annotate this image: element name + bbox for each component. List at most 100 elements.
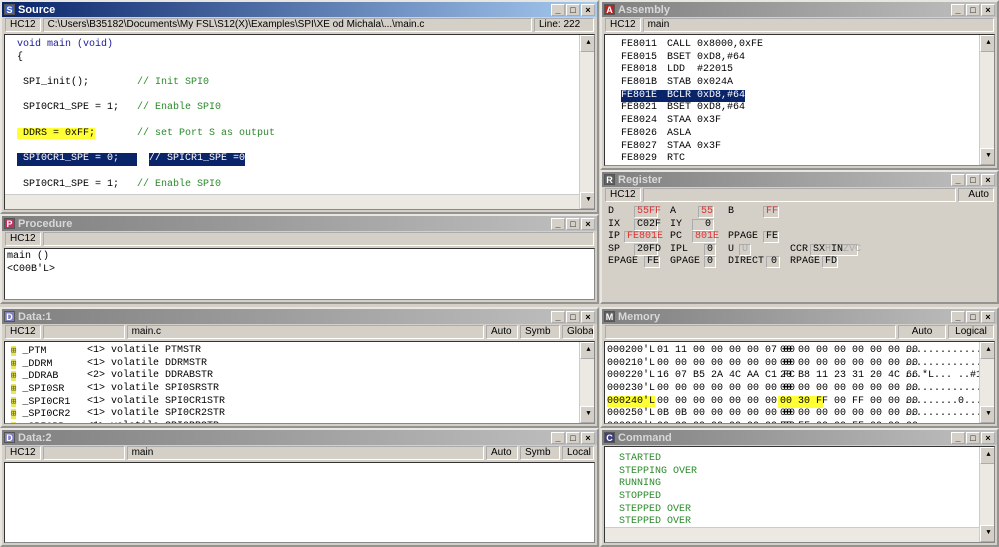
expand-icon[interactable]: ⊞ [11, 409, 17, 420]
memory-row[interactable]: 000260'L00 00 00 00 00 00 00 00FF FF 00 … [607, 421, 994, 423]
minimize-button[interactable]: _ [951, 173, 965, 186]
memory-row[interactable]: 000200'L 01 11 00 00 00 00 07 00 00 00 00 … [607, 345, 994, 358]
source-line[interactable]: SPI0CR1_SPE = 1; // Enable SPI0 [17, 179, 594, 192]
scope-button[interactable]: Local [562, 446, 594, 460]
source-line[interactable] [17, 115, 594, 128]
close-button[interactable]: × [581, 217, 595, 230]
reg-ipl[interactable]: 0 [704, 243, 716, 256]
close-button[interactable]: × [581, 431, 595, 444]
asm-line[interactable]: FE8026 ASLA [621, 128, 994, 141]
memory-window[interactable]: M Memory _ □ × Auto Logical 000200'L 01 11 00 … [600, 307, 999, 428]
reg-direct[interactable]: 0 [766, 256, 780, 268]
reg-d[interactable]: 55FF [634, 206, 661, 218]
horizontal-scrollbar[interactable] [605, 527, 979, 542]
close-button[interactable]: × [981, 173, 995, 186]
mode-button[interactable]: Auto [958, 188, 994, 202]
vertical-scrollbar[interactable] [979, 35, 994, 165]
asm-line[interactable]: FE8011 CALL 0x8000,0xFE [621, 39, 994, 52]
source-line[interactable] [17, 64, 594, 77]
maximize-button[interactable]: □ [966, 3, 980, 16]
close-button[interactable]: × [981, 310, 995, 323]
vertical-scrollbar[interactable] [979, 447, 994, 542]
memory-row[interactable]: 000230'L 00 00 00 00 00 00 00 00 00 00 00 … [607, 383, 994, 396]
asm-line[interactable]: FE8018 LDD #22015 [621, 64, 994, 77]
expand-icon[interactable]: ⊞ [11, 358, 17, 369]
maximize-button[interactable]: □ [966, 310, 980, 323]
close-button[interactable]: × [981, 431, 995, 444]
expand-icon[interactable]: ⊞ [11, 371, 17, 382]
reg-iy[interactable]: 0 [692, 218, 714, 231]
source-line[interactable] [17, 166, 594, 179]
source-line[interactable]: DDRS = 0xFF; // set Port S as output [17, 127, 594, 141]
minimize-button[interactable]: _ [951, 310, 965, 323]
data-row[interactable]: ⊞ _SPI0CR2 <1> volatile SPI0CR2STR [11, 408, 594, 421]
asm-line[interactable]: FE8015 BSET 0xD8,#64 [621, 52, 994, 65]
asm-line[interactable]: FE8027 STAA 0x3F [621, 141, 994, 154]
close-button[interactable]: × [581, 3, 595, 16]
reg-ip[interactable]: FE801E [624, 231, 663, 243]
mode-button[interactable]: Auto [486, 325, 518, 339]
expand-icon[interactable]: ⊞ [11, 346, 17, 356]
format-button[interactable]: Symb [520, 325, 560, 339]
source-line[interactable]: void main (void) [17, 39, 594, 52]
source-line[interactable] [17, 90, 594, 103]
assembly-window[interactable]: A Assembly _ □ × HC12 main FE8011 CALL 0x8000,0… [600, 0, 999, 170]
procedure-entry[interactable]: main () [7, 251, 592, 264]
minimize-button[interactable]: _ [551, 431, 565, 444]
memory-row[interactable]: 000210'L 00 00 00 00 00 00 00 00 00 00 00 … [607, 358, 994, 371]
memory-row[interactable]: 000250'L 0B 0B 00 00 00 00 00 00 00 00 00 … [607, 408, 994, 421]
data1-window[interactable]: D Data:1 _ □ × HC12 main.c Auto Symb Global ⊞ _PT… [0, 307, 599, 428]
source-window[interactable]: S Source _ □ × HC12 C:\Users\B35182\Documents… [0, 0, 599, 214]
expand-icon[interactable]: ⊞ [11, 396, 17, 407]
reg-ix[interactable]: C02F [634, 218, 661, 231]
data-row[interactable]: ⊞ _SPI0CR1 <1> volatile SPI0CR1STR [11, 396, 594, 409]
data-row[interactable]: ⊞ _DDRAB <2> volatile DDRABSTR [11, 370, 594, 383]
procedure-entry[interactable]: <C00B'L> [7, 264, 592, 277]
memory-row[interactable]: 000240'L 00 00 00 00 00 00 00 00 00 30 FF … [607, 395, 994, 409]
minimize-button[interactable]: _ [951, 431, 965, 444]
register-window[interactable]: R Register _ □ × HC12 Auto D 55FF A 55 B FF IX C02F… [600, 170, 999, 304]
procedure-window[interactable]: P Procedure _ □ × HC12 main () <C00B'L> [0, 214, 599, 304]
reg-sp[interactable]: 20FD [634, 243, 661, 256]
reg-u[interactable]: U [739, 243, 751, 256]
reg-ccr[interactable]: SXHINZVC [810, 243, 861, 256]
reg-rpage[interactable]: FD [822, 256, 838, 268]
asm-line[interactable]: FE801B STAB 0x024A [621, 77, 994, 90]
data-row[interactable]: ⊞ _PTM <1> volatile PTMSTR [11, 345, 594, 358]
close-button[interactable]: × [981, 3, 995, 16]
vertical-scrollbar[interactable] [579, 35, 594, 209]
source-code[interactable]: void main (void){ SPI_init(); // Init SPI… [4, 34, 595, 210]
reg-a[interactable]: 55 [698, 206, 714, 218]
memory-row[interactable]: 000220'L 16 07 B5 2A 4C AA C1 FC 20 B8 11 … [607, 370, 994, 383]
vertical-scrollbar[interactable] [979, 342, 994, 423]
data-row[interactable]: ⊞ _DDRM <1> volatile DDRMSTR [11, 358, 594, 371]
asm-line[interactable]: FE801E BCLR 0xD8,#64 [621, 89, 994, 103]
expand-icon[interactable]: ⊞ [11, 422, 17, 423]
asm-line[interactable]: FE8024 STAA 0x3F [621, 115, 994, 128]
maximize-button[interactable]: □ [566, 431, 580, 444]
vertical-scrollbar[interactable] [579, 342, 594, 423]
source-line[interactable]: SPI0CR1_SPE = 1; // Enable SPI0 [17, 102, 594, 115]
view-button[interactable]: Logical [948, 325, 994, 339]
scope-button[interactable]: Global [562, 325, 594, 339]
source-line[interactable]: { [17, 52, 594, 65]
data-row[interactable]: ⊞ _SPI0BR <1> volatile SPI0BRSTR [11, 421, 594, 423]
data2-window[interactable]: D Data:2 _ □ × HC12 main Auto Symb Local [0, 428, 599, 547]
minimize-button[interactable]: _ [551, 3, 565, 16]
reg-epage[interactable]: FE [644, 256, 660, 268]
mode-button[interactable]: Auto [898, 325, 946, 339]
reg-ppage[interactable]: FE [763, 231, 779, 243]
minimize-button[interactable]: _ [551, 217, 565, 230]
horizontal-scrollbar[interactable] [5, 194, 579, 209]
close-button[interactable]: × [581, 310, 595, 323]
reg-pc[interactable]: 801E [692, 231, 719, 243]
expand-icon[interactable]: ⊞ [11, 384, 17, 395]
maximize-button[interactable]: □ [566, 310, 580, 323]
command-window[interactable]: C Command _ □ × STARTED STEPPING OVER RUNNING S… [600, 428, 999, 547]
maximize-button[interactable]: □ [566, 217, 580, 230]
source-line[interactable]: SPI_init(); // Init SPI0 [17, 77, 594, 90]
asm-line[interactable]: FE8029 RTC [621, 153, 994, 165]
source-line[interactable] [17, 141, 594, 154]
maximize-button[interactable]: □ [966, 173, 980, 186]
maximize-button[interactable]: □ [566, 3, 580, 16]
